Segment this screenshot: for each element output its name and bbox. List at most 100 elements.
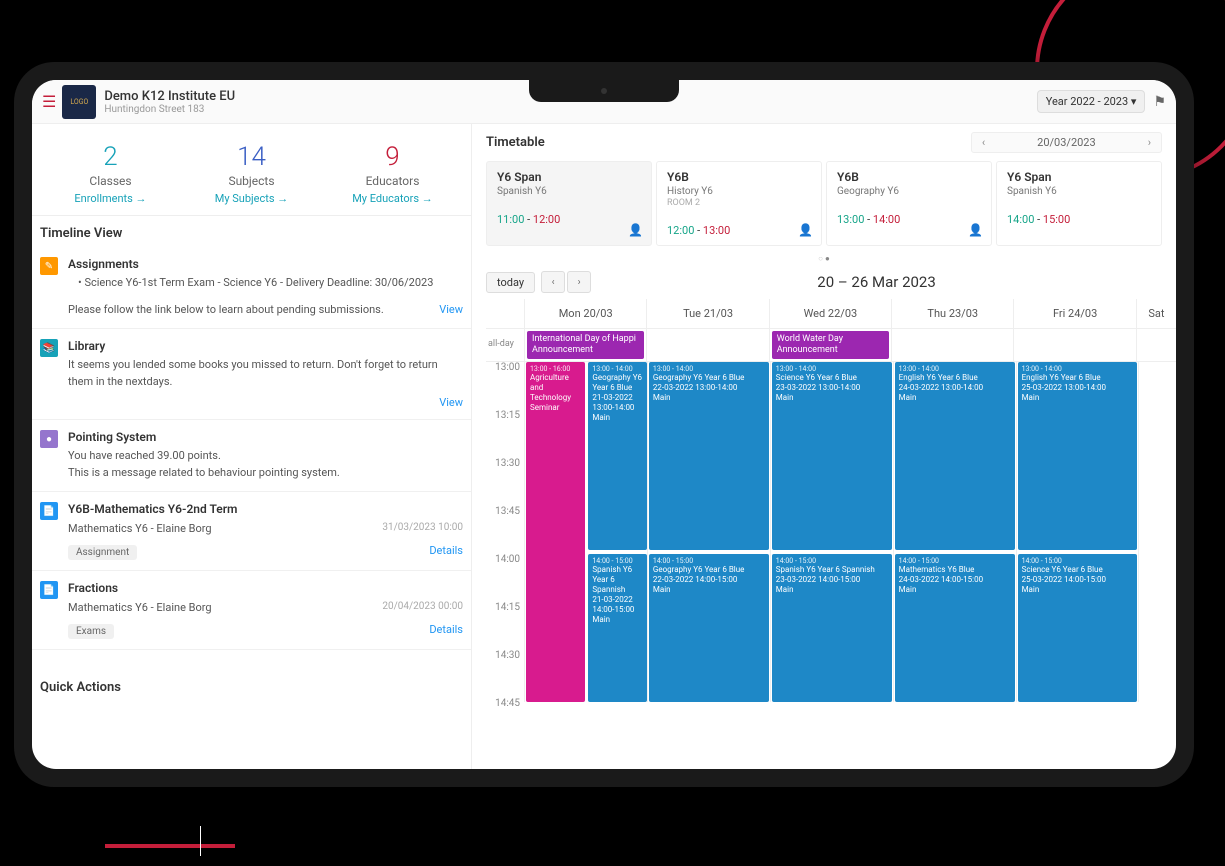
timeline-title: Pointing System	[68, 430, 463, 444]
event-seminar[interactable]: 13:00 - 16:00 Agriculture and Technology…	[526, 362, 585, 702]
enrollments-link[interactable]: Enrollments →	[40, 192, 181, 205]
time-label: 13:00	[486, 362, 524, 410]
event[interactable]: 13:00 - 14:00 Science Y6 Year 6 Blue 23-…	[772, 362, 892, 550]
event[interactable]: 14:00 - 15:00 Science Y6 Year 6 Blue 25-…	[1018, 554, 1138, 702]
day-header: Tue 21/03	[646, 299, 768, 328]
slot-class: Y6 Span	[1007, 170, 1151, 184]
details-link[interactable]: Details	[429, 623, 463, 636]
timeline-title: Fractions	[68, 581, 463, 595]
timetable-slot[interactable]: Y6 Span Spanish Y6 11:00 - 12:00 👤	[486, 161, 652, 246]
timeline-bullet: • Science Y6-1st Term Exam - Science Y6 …	[78, 275, 463, 292]
time-label: 13:15	[486, 410, 524, 458]
timeline-title: Library	[68, 339, 463, 353]
doc-icon: 📄	[40, 581, 58, 599]
timeline-assignments: ✎ Assignments • Science Y6-1st Term Exam…	[32, 247, 471, 329]
day-lane-sat	[1138, 362, 1176, 702]
view-link[interactable]: View	[439, 396, 463, 409]
institute-address: Huntingdon Street 183	[104, 104, 235, 115]
timeline-pointing: ● Pointing System You have reached 39.00…	[32, 420, 471, 492]
stat-educators-label: Educators	[322, 174, 463, 188]
teacher-icon: 👤	[968, 223, 983, 237]
days-grid: 13:00 - 16:00 Agriculture and Technology…	[524, 362, 1176, 702]
event[interactable]: 13:00 - 14:00 English Y6 Year 6 Blue 25-…	[1018, 362, 1138, 550]
stats-row: 2 Classes Enrollments → 14 Subjects My S…	[32, 124, 471, 216]
my-subjects-link[interactable]: My Subjects →	[181, 192, 322, 205]
slot-subject: Geography Y6	[837, 186, 981, 197]
app-logo[interactable]: LOGO	[62, 85, 96, 119]
slot-subject: Spanish Y6	[497, 186, 641, 197]
teacher-icon: 👤	[798, 223, 813, 237]
timetable-date: 20/03/2023	[997, 136, 1136, 149]
calendar-grid: Mon 20/03 Tue 21/03 Wed 22/03 Thu 23/03 …	[472, 299, 1176, 702]
timeline-subtitle: Mathematics Y6 - Elaine Borg	[68, 601, 212, 614]
day-lane-fri: 13:00 - 14:00 English Y6 Year 6 Blue 25-…	[1016, 362, 1139, 702]
event[interactable]: 14:00 - 15:00 Geography Y6 Year 6 Blue 2…	[649, 554, 769, 702]
event[interactable]: 13:00 - 14:00 Geography Y6 Year 6 Blue 2…	[588, 362, 647, 550]
timetable-header: Timetable ‹ 20/03/2023 ›	[472, 124, 1176, 161]
timetable-slot[interactable]: Y6 Span Spanish Y6 14:00 - 15:00	[996, 161, 1162, 246]
teacher-icon: 👤	[628, 223, 643, 237]
calendar-range: 20 – 26 Mar 2023	[591, 273, 1162, 291]
assignment-tag: Assignment	[68, 545, 137, 560]
timetable-date-nav: ‹ 20/03/2023 ›	[971, 132, 1162, 153]
event[interactable]: 13:00 - 14:00 English Y6 Year 6 Blue 24-…	[895, 362, 1015, 550]
book-icon: 📚	[40, 339, 58, 357]
event[interactable]: 14:00 - 15:00 Mathematics Y6 Blue 24-03-…	[895, 554, 1015, 702]
flag-icon[interactable]: ⚑	[1153, 94, 1166, 110]
next-week-button[interactable]: ›	[567, 271, 591, 293]
event[interactable]: 14:00 - 15:00 Spanish Y6 Year 6 Spannish…	[772, 554, 892, 702]
day-lane-thu: 13:00 - 14:00 English Y6 Year 6 Blue 24-…	[893, 362, 1016, 702]
annotation-vert	[200, 826, 201, 856]
left-panel: 2 Classes Enrollments → 14 Subjects My S…	[32, 124, 472, 769]
year-dropdown-label: Year 2022 - 2023	[1046, 95, 1128, 108]
view-link[interactable]: View	[439, 303, 463, 316]
day-lane-mon: 13:00 - 16:00 Agriculture and Technology…	[524, 362, 647, 702]
timetable-slot[interactable]: Y6B History Y6 ROOM 2 12:00 - 13:00 👤	[656, 161, 822, 246]
quick-actions-heading: Quick Actions	[32, 670, 471, 701]
day-header: Mon 20/03	[524, 299, 646, 328]
pencil-icon: ✎	[40, 257, 58, 275]
my-educators-link[interactable]: My Educators →	[322, 192, 463, 205]
next-day-button[interactable]: ›	[1148, 136, 1151, 149]
time-label: 14:45	[486, 698, 524, 746]
allday-row: all-day International Day of HappiAnnoun…	[486, 329, 1176, 362]
institute-block: Demo K12 Institute EU Huntingdon Street …	[104, 89, 235, 115]
timeline-heading: Timeline View	[32, 216, 471, 247]
time-label: 13:45	[486, 506, 524, 554]
time-label: 14:30	[486, 650, 524, 698]
time-label: 14:00	[486, 554, 524, 602]
time-label: 14:15	[486, 602, 524, 650]
details-link[interactable]: Details	[429, 544, 463, 557]
app-screen: ☰ LOGO Demo K12 Institute EU Huntingdon …	[32, 80, 1176, 769]
timeline-line2: This is a message related to behaviour p…	[68, 465, 463, 482]
slot-subject: History Y6	[667, 186, 811, 197]
timetable-slots: Y6 Span Spanish Y6 11:00 - 12:00 👤 Y6B H…	[472, 161, 1176, 252]
allday-event[interactable]: World Water DayAnnouncement	[772, 331, 889, 359]
stat-classes: 2 Classes Enrollments →	[40, 142, 181, 205]
event[interactable]: 14:00 - 15:00 Spanish Y6 Year 6 Spannish…	[588, 554, 647, 702]
day-header: Thu 23/03	[891, 299, 1013, 328]
stat-educators: 9 Educators My Educators →	[322, 142, 463, 205]
timeline-text: It seems you lended some books you misse…	[68, 357, 463, 390]
prev-week-button[interactable]: ‹	[541, 271, 565, 293]
timeline-date: 20/04/2023 00:00	[382, 601, 463, 612]
timeline-title: Y6B-Mathematics Y6-2nd Term	[68, 502, 237, 516]
allday-event[interactable]: International Day of HappiAnnouncement	[527, 331, 644, 359]
carousel-dots[interactable]: ○ ●	[472, 252, 1176, 265]
slot-room: ROOM 2	[667, 198, 811, 208]
event[interactable]: 13:00 - 14:00 Geography Y6 Year 6 Blue 2…	[649, 362, 769, 550]
schedule-body: 13:00 13:15 13:30 13:45 14:00 14:15 14:3…	[486, 362, 1176, 702]
calendar-nav: today ‹ › 20 – 26 Mar 2023	[472, 265, 1176, 299]
calendar-day-headers: Mon 20/03 Tue 21/03 Wed 22/03 Thu 23/03 …	[486, 299, 1176, 329]
timeline-line1: You have reached 39.00 points.	[68, 448, 463, 465]
point-icon: ●	[40, 430, 58, 448]
annotation-line	[105, 844, 235, 848]
year-dropdown[interactable]: Year 2022 - 2023 ▾	[1037, 90, 1146, 113]
time-labels: 13:00 13:15 13:30 13:45 14:00 14:15 14:3…	[486, 362, 524, 702]
timetable-slot[interactable]: Y6B Geography Y6 13:00 - 14:00 👤	[826, 161, 992, 246]
stat-subjects-value: 14	[181, 142, 322, 172]
menu-icon[interactable]: ☰	[42, 92, 56, 111]
today-button[interactable]: today	[486, 272, 535, 293]
prev-day-button[interactable]: ‹	[982, 136, 985, 149]
stat-subjects: 14 Subjects My Subjects →	[181, 142, 322, 205]
